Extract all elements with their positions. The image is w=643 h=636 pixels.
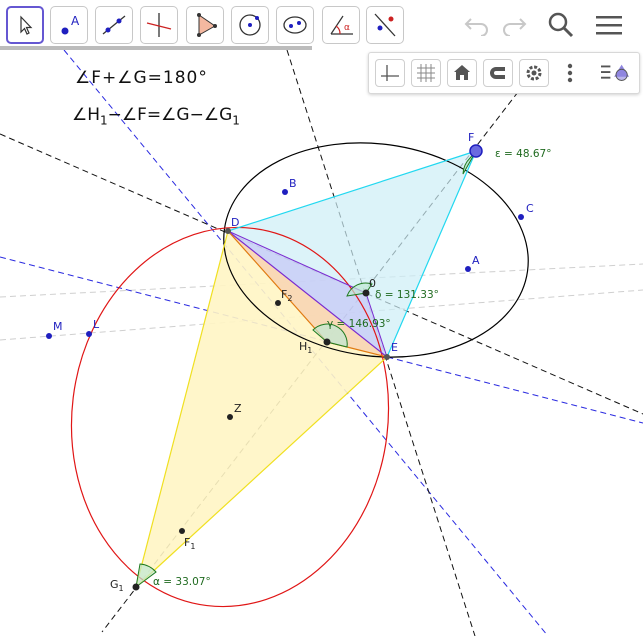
label-d: D — [231, 216, 239, 229]
label-g1: G1 — [110, 578, 124, 593]
toolbar: A α — [0, 0, 643, 50]
point-tool-button[interactable]: A — [50, 6, 88, 44]
algebra-toggle-icon — [601, 64, 630, 81]
perpendicular-line-icon — [146, 13, 172, 37]
label-a: A — [472, 254, 480, 267]
angle-delta-label: δ = 131.33° — [375, 289, 439, 301]
algebra-view-toggle-button[interactable] — [601, 59, 631, 87]
more-options-button[interactable] — [555, 59, 585, 87]
point-g1[interactable] — [132, 583, 140, 591]
line-tool-button[interactable] — [95, 6, 133, 44]
menu-button[interactable] — [592, 10, 626, 40]
redo-icon — [503, 18, 527, 36]
point-b[interactable] — [282, 189, 288, 195]
angle-icon: α — [330, 15, 353, 35]
settings-icon — [526, 65, 542, 81]
label-f1: F1 — [184, 536, 195, 551]
point-l[interactable] — [86, 331, 92, 337]
reflect-tool-button[interactable] — [366, 6, 404, 44]
point-icon: A — [61, 14, 80, 35]
undo-button[interactable] — [460, 10, 494, 40]
point-capturing-button[interactable] — [483, 59, 513, 87]
perpendicular-tool-button[interactable] — [140, 6, 178, 44]
line-icon — [102, 15, 126, 35]
settings-button[interactable] — [519, 59, 549, 87]
point-f[interactable] — [469, 144, 483, 158]
point-h1[interactable] — [323, 338, 331, 346]
move-tool-button[interactable] — [6, 6, 44, 44]
label-m: M — [53, 320, 63, 333]
circle-tool-button[interactable] — [231, 6, 269, 44]
angle-tool-button[interactable]: α — [322, 6, 360, 44]
label-c: C — [526, 202, 534, 215]
angle-epsilon-label: ε = 48.67° — [495, 148, 551, 160]
graphics-style-bar — [368, 52, 640, 94]
equation-1: ∠F+∠G=180° — [75, 68, 208, 88]
angle-gamma-label: γ = 146.93° — [327, 318, 391, 330]
label-l: L — [93, 318, 100, 331]
polygon-tool-button[interactable] — [186, 6, 224, 44]
cursor-icon — [20, 15, 33, 35]
label-f: F — [468, 131, 474, 144]
point-o[interactable] — [362, 289, 370, 297]
more-icon — [567, 63, 573, 83]
standard-view-button[interactable] — [447, 59, 477, 87]
geometry-canvas[interactable]: F B C D A 0 F2 M L H1 E Z F1 G1 ε = 48.6… — [0, 0, 643, 636]
label-b: B — [289, 177, 297, 190]
ellipse-tool-button[interactable] — [276, 6, 314, 44]
search-button[interactable] — [544, 10, 578, 40]
point-z[interactable] — [227, 414, 233, 420]
grid-icon — [417, 64, 435, 82]
label-e: E — [391, 341, 398, 354]
reflect-icon — [374, 13, 396, 37]
point-m[interactable] — [46, 333, 52, 339]
grid-toggle-button[interactable] — [411, 59, 441, 87]
svg-text:α: α — [344, 23, 350, 33]
point-c[interactable] — [518, 214, 524, 220]
home-icon — [454, 65, 470, 80]
redo-button[interactable] — [497, 10, 531, 40]
circle-icon — [239, 14, 261, 36]
equation-2: ∠H1−∠F=∠G−∠G1 — [72, 105, 240, 128]
axes-toggle-button[interactable] — [375, 59, 405, 87]
label-z: Z — [234, 402, 242, 415]
undo-icon — [464, 18, 488, 36]
toolbar-underline — [0, 46, 312, 50]
search-icon — [548, 12, 574, 38]
polygon-icon — [197, 13, 217, 37]
point-a[interactable] — [465, 266, 471, 272]
point-f1[interactable] — [179, 528, 185, 534]
menu-icon — [596, 16, 622, 35]
magnet-icon — [490, 67, 505, 79]
svg-text:A: A — [71, 14, 80, 28]
axes-icon — [381, 65, 399, 81]
point-e[interactable] — [384, 354, 390, 360]
angle-alpha-label: α = 33.07° — [153, 576, 211, 588]
ellipse-icon — [283, 16, 307, 34]
